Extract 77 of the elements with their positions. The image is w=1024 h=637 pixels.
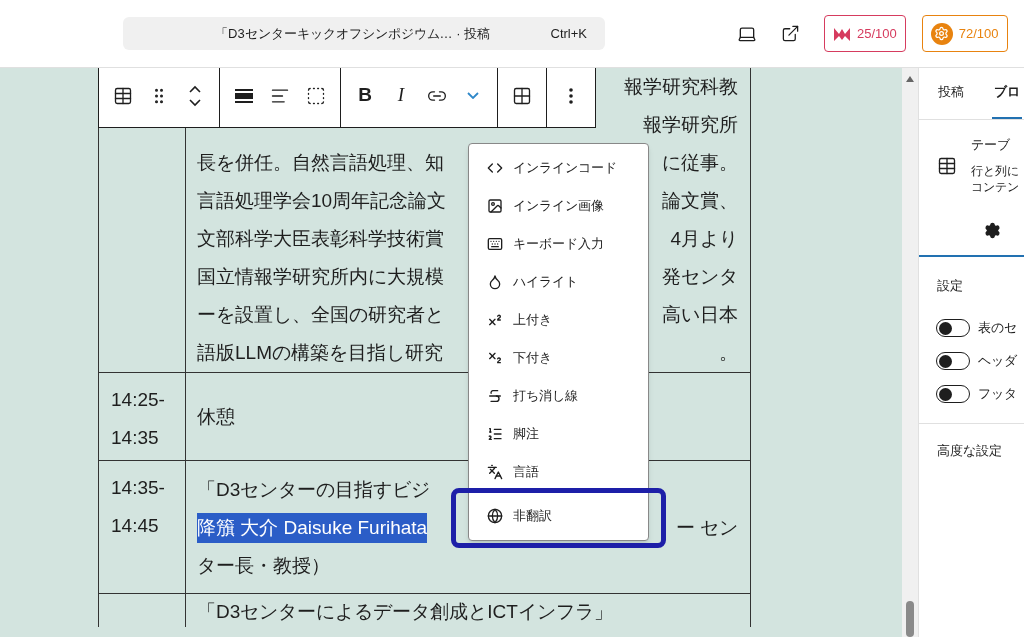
time-text: 14:35 — [111, 426, 160, 450]
table-icon — [937, 156, 957, 176]
time-text: 14:25- — [111, 388, 166, 412]
bold-button[interactable]: B — [347, 75, 383, 116]
menu-item[interactable]: 脚注 — [469, 415, 648, 453]
menu-item[interactable]: 言語 — [469, 453, 648, 491]
settings-icon — [984, 222, 1001, 240]
cell-text: 国立情報学研究所内に大規模 — [197, 265, 444, 289]
grid-icon — [512, 85, 532, 106]
post-title: 「D3センターキックオフシンポジウム… · 投稿 — [215, 24, 491, 43]
cell-text: 文部科学大臣表彰科学技術賞 — [197, 227, 444, 251]
menu-item[interactable]: 下付き — [469, 339, 648, 377]
cell-text: 。 — [719, 341, 738, 365]
cell-text: 報学研究所 — [643, 113, 738, 137]
toggle-switch[interactable] — [936, 385, 970, 403]
cell-text: 言語処理学会10周年記念論文 — [197, 189, 447, 213]
scrollbar[interactable] — [902, 68, 918, 637]
translate-icon — [487, 464, 503, 480]
cell-text: 語版LLMの構築を目指し研究 — [197, 341, 443, 365]
menu-item[interactable]: 非翻訳 — [469, 497, 648, 535]
time-text: 14:35- — [111, 476, 166, 500]
shortcut-hint: Ctrl+K — [550, 24, 587, 43]
table-icon — [113, 85, 133, 106]
menu-item[interactable]: インラインコード — [469, 149, 648, 187]
keyboard-icon — [487, 236, 503, 252]
cell-text: 報学研究科教 — [624, 75, 738, 99]
drop-icon — [487, 274, 503, 290]
cell-text: 「D3センターによるデータ創成とICTインフラ」 — [197, 600, 613, 624]
scrollbar-thumb[interactable] — [906, 601, 914, 637]
caption-icon — [306, 85, 326, 106]
external-link-icon — [781, 24, 800, 43]
cell-text: 「D3センターの目指すビジ — [197, 478, 431, 502]
toggle-switch[interactable] — [936, 352, 970, 370]
sidebar-tab[interactable]: 投稿 — [936, 68, 966, 119]
subscript-icon — [487, 350, 503, 366]
block-description: 行と列に — [971, 162, 1019, 179]
block-description: コンテン — [971, 178, 1019, 195]
menu-item[interactable]: ハイライト — [469, 263, 648, 301]
menu-item[interactable]: 上付き — [469, 301, 648, 339]
cell-text: ー セン — [675, 516, 738, 540]
scroll-up-arrow-icon — [906, 76, 914, 82]
time-text: 14:45 — [111, 514, 160, 538]
block-title: テーブ — [971, 137, 1011, 154]
code-icon — [487, 160, 503, 176]
menu-item[interactable]: インライン画像 — [469, 187, 648, 225]
strikethrough-icon — [487, 388, 503, 404]
up-down-chevrons-icon — [189, 84, 201, 107]
toggle-label: 表のセ — [978, 319, 1017, 337]
selected-text: 降籏 大介 Daisuke Furihata — [197, 513, 428, 543]
cell-text: 高い日本 — [662, 303, 738, 327]
image-icon — [487, 198, 503, 214]
toggle-label: フッタ — [978, 385, 1017, 403]
chevron-down-icon — [467, 92, 479, 99]
italic-button[interactable]: I — [383, 75, 419, 116]
cell-text: に従事。 — [662, 151, 738, 175]
toggle-switch[interactable] — [936, 319, 970, 337]
cell-text: ーを設置し、全国の研究者と — [197, 303, 444, 327]
cell-text: 4月より — [670, 227, 738, 251]
command-search-bar[interactable]: 「D3センターキックオフシンポジウム… · 投稿 Ctrl+K — [123, 17, 605, 50]
align-icon — [235, 88, 253, 103]
cell-text: 発センタ — [662, 265, 738, 289]
numbered-list-icon — [487, 426, 503, 442]
settings-heading: 設定 — [936, 277, 964, 295]
menu-item[interactable]: 打ち消し線 — [469, 377, 648, 415]
cell-text: 長を併任。自然言語処理、知 — [197, 151, 444, 175]
cell-text: ター長・教授） — [197, 554, 330, 578]
menu-item[interactable]: キーボード入力 — [469, 225, 648, 263]
more-icon — [569, 87, 573, 104]
advanced-settings-toggle[interactable]: 高度な設定 — [919, 423, 1002, 461]
cell-text: 休憩 — [197, 405, 235, 429]
score-badge[interactable]: 25/100 — [824, 15, 906, 52]
sidebar-tab[interactable]: ブロ — [992, 68, 1022, 119]
superscript-icon — [487, 312, 503, 328]
cell-text: 論文賞、 — [662, 189, 738, 213]
globe-icon — [487, 508, 503, 524]
toggle-label: ヘッダ — [978, 352, 1017, 370]
gear-badge-icon — [930, 22, 953, 45]
